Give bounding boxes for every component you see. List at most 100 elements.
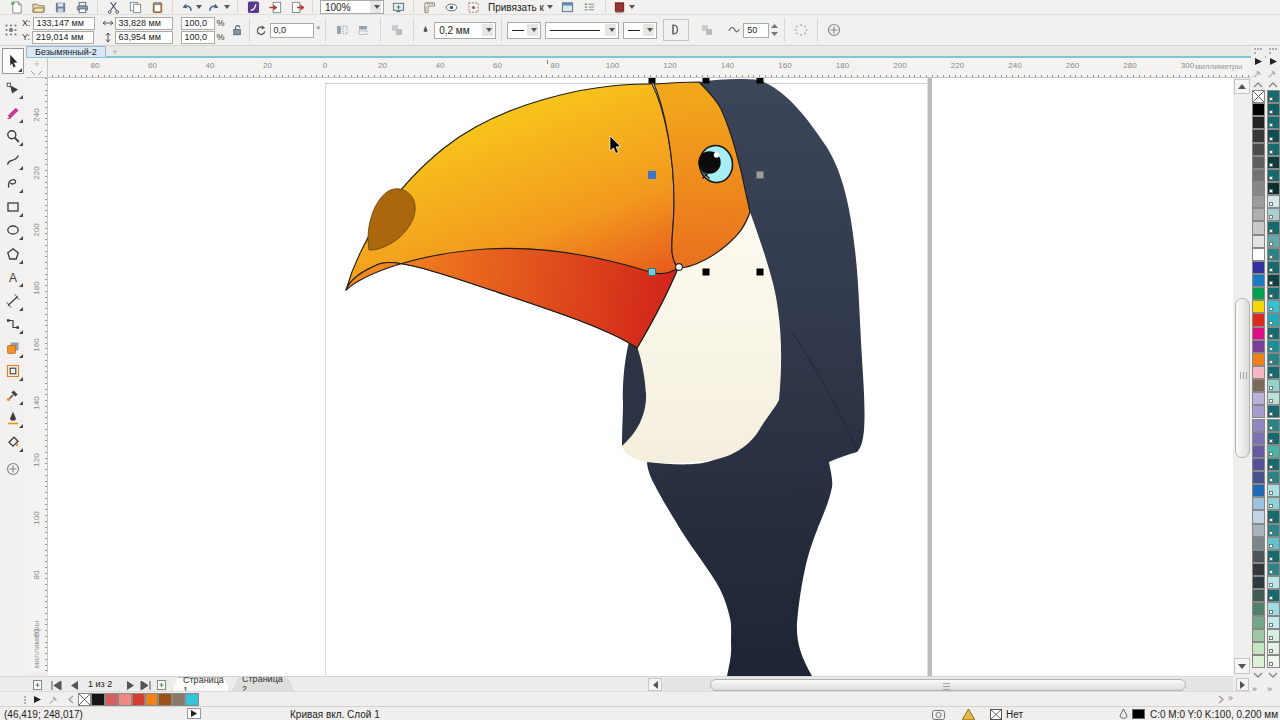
palette-color-737373[interactable] (1252, 169, 1265, 182)
horizontal-scroll-thumb[interactable] (710, 679, 1186, 691)
palette-color-de0f84[interactable] (1252, 327, 1265, 340)
palette-color-c4e4c2[interactable] (1252, 642, 1265, 655)
redo-button[interactable] (205, 0, 233, 14)
mirror-vertical-button[interactable] (353, 23, 375, 37)
palette-color-2a8387[interactable] (1267, 419, 1280, 432)
zoom-level-combo[interactable]: 100% (320, 0, 384, 14)
width-field[interactable]: 33,828 мм (115, 17, 173, 30)
palette-color-none[interactable] (78, 693, 91, 706)
ellipse-tool[interactable] (2, 219, 24, 241)
palette-color-f5d800[interactable] (1252, 300, 1265, 313)
palette-color-7b858e[interactable] (1252, 537, 1265, 550)
palette-color-9187c0[interactable] (1252, 419, 1265, 432)
show-rulers-button[interactable] (418, 0, 440, 14)
palette-color-232323[interactable] (1252, 116, 1265, 129)
palette-color-0c3b3e[interactable] (1267, 156, 1280, 169)
outline-color-swatch[interactable] (1132, 709, 1145, 719)
palette-color-1f6ab4[interactable] (1252, 484, 1265, 497)
lock-ratio-button[interactable] (231, 23, 244, 37)
crop-tool[interactable] (2, 102, 24, 124)
palette-color-d95f5f[interactable] (105, 693, 118, 706)
palette-color-156a6e[interactable] (1267, 366, 1280, 379)
palette-color-dd2a1f[interactable] (1252, 313, 1265, 326)
mirror-horizontal-button[interactable] (331, 23, 353, 37)
palette-color-565096[interactable] (1252, 458, 1265, 471)
vertical-scrollbar[interactable] (1233, 78, 1251, 676)
polygon-tool[interactable] (2, 243, 24, 265)
palette-color-a9cfd3[interactable] (1267, 208, 1280, 221)
palette-eyedropper-icon[interactable] (1252, 68, 1264, 80)
copy-button[interactable] (124, 0, 146, 14)
palette-color-c9c9c9[interactable] (1252, 221, 1265, 234)
palette-color-156a6e[interactable] (1267, 458, 1280, 471)
palette-drag-dots[interactable] (1254, 48, 1262, 54)
palette-color-a8b2ba[interactable] (1252, 524, 1265, 537)
palette-color-5fa9ad[interactable] (1267, 235, 1280, 248)
palette-color-1b7ac4[interactable] (1252, 274, 1265, 287)
palette-color-000000[interactable] (1252, 103, 1265, 116)
palette-color-0a2f31[interactable] (1267, 182, 1280, 195)
palette-color-156a6e[interactable] (1267, 327, 1280, 340)
palette-color-7c72b2[interactable] (1252, 432, 1265, 445)
palette-flyout-icon[interactable] (1269, 57, 1278, 66)
palette-color-0d4245[interactable] (1267, 274, 1280, 287)
palette-color-135f63[interactable] (1267, 103, 1280, 116)
scale-x-field[interactable]: 100,0 (181, 17, 215, 30)
palette-color-156a6e[interactable] (1267, 169, 1280, 182)
outline-pen-icon[interactable] (1119, 708, 1128, 720)
scroll-down-button[interactable] (1234, 658, 1250, 674)
palette-drag-dots[interactable] (1269, 48, 1277, 54)
palette-scroll-up-icon[interactable] (1253, 82, 1263, 88)
palette-drag-dots[interactable] (24, 696, 26, 704)
shape-tool[interactable] (2, 78, 24, 100)
add-page-end-icon[interactable] (156, 679, 167, 691)
palette-color-d4e6e8[interactable] (1267, 195, 1280, 208)
group-objects-button[interactable] (386, 23, 408, 37)
palette-color-9edce0[interactable] (1267, 602, 1280, 615)
palette-color-7b6a5c[interactable] (1252, 379, 1265, 392)
palette-color-7a3f98[interactable] (1252, 340, 1265, 353)
palette-color-2a8387[interactable] (1267, 248, 1280, 261)
palette-color-c2ebee[interactable] (1267, 616, 1280, 629)
app-launcher-button[interactable] (242, 0, 264, 14)
behind-fill-button[interactable] (695, 23, 719, 37)
smoothing-spinner[interactable] (770, 23, 779, 37)
toucan-drawing[interactable] (346, 79, 865, 676)
palette-scroll-right-icon[interactable] (1218, 695, 1224, 704)
dimension-tool[interactable] (2, 290, 24, 312)
palette-color-8ed2d8[interactable] (1267, 497, 1280, 510)
save-button[interactable] (49, 0, 71, 14)
palette-color-62c3cb[interactable] (1267, 537, 1280, 550)
palette-color-d93a30[interactable] (132, 693, 145, 706)
undo-button[interactable] (177, 0, 205, 14)
open-folder-button[interactable] (27, 0, 49, 14)
palette-color-00a04e[interactable] (1252, 287, 1265, 300)
fill-none-icon[interactable] (990, 708, 1002, 720)
palette-color-156a6e[interactable] (1267, 90, 1280, 103)
palette-color-dff0d8[interactable] (1252, 655, 1265, 668)
palette-color-9b9b9b[interactable] (1252, 195, 1265, 208)
palette-color-9cc0e0[interactable] (1252, 497, 1265, 510)
palette-color-b9e6ea[interactable] (1267, 576, 1280, 589)
height-field[interactable]: 63,954 мм (115, 31, 173, 44)
palette-color-675ca3[interactable] (1252, 445, 1265, 458)
palette-color-93d2cb[interactable] (1267, 379, 1280, 392)
connector-tool[interactable] (2, 313, 24, 335)
smoothing-field[interactable]: 50 (743, 23, 769, 38)
palette-color-aadfe3[interactable] (1267, 484, 1280, 497)
palette-color-878787[interactable] (1252, 182, 1265, 195)
palette-color-4b4b4b[interactable] (1252, 143, 1265, 156)
palette-color-156a6e[interactable] (1267, 405, 1280, 418)
palette-color-887868[interactable] (172, 693, 185, 706)
palette-color-156a6e[interactable] (1267, 550, 1280, 563)
palette-color-74a68a[interactable] (1252, 616, 1265, 629)
horizontal-ruler[interactable]: 1008060402002040608010012014016018020022… (48, 58, 1251, 78)
text-tool[interactable]: A (2, 266, 24, 288)
next-page-icon[interactable] (126, 681, 135, 690)
outline-pen-tool[interactable] (2, 407, 24, 429)
palette-scroll-left-icon[interactable] (68, 695, 74, 704)
palette-color-156a6e[interactable] (1267, 287, 1280, 300)
palette-expand-icon[interactable]: » (1252, 684, 1257, 694)
palette-color-156a6e[interactable] (1267, 589, 1280, 602)
palette-color-156a6e[interactable] (1267, 116, 1280, 129)
